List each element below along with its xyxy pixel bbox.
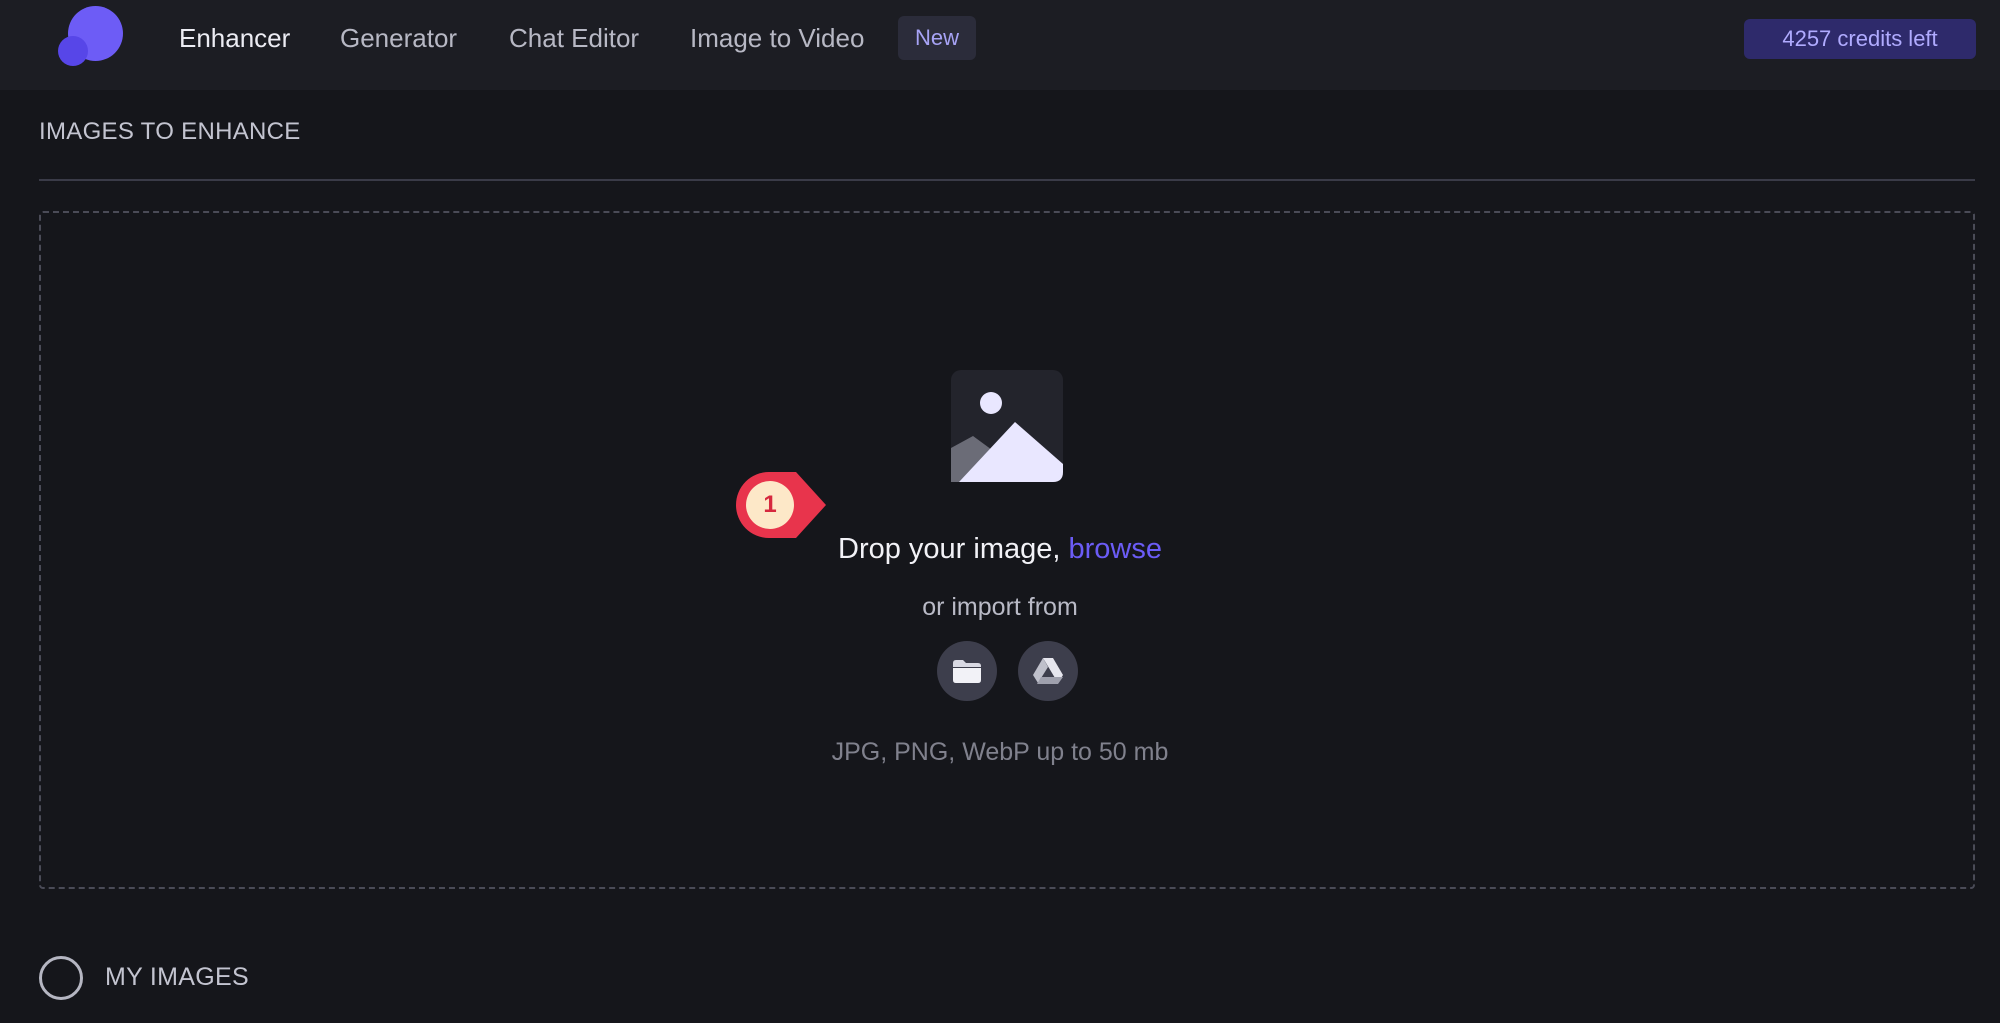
section-divider	[39, 179, 1975, 181]
drop-text: Drop your image,	[838, 533, 1061, 565]
import-google-drive-button[interactable]	[1018, 641, 1078, 701]
app-logo[interactable]	[58, 6, 124, 68]
credits-badge[interactable]: 4257 credits left	[1744, 19, 1976, 59]
google-drive-icon	[1033, 658, 1063, 684]
import-folder-button[interactable]	[937, 641, 997, 701]
browse-link[interactable]: browse	[1069, 533, 1163, 565]
my-images-radio[interactable]	[39, 956, 83, 1000]
new-badge: New	[898, 16, 976, 60]
folder-icon	[953, 660, 981, 683]
supported-formats-text: JPG, PNG, WebP up to 50 mb	[831, 738, 1169, 766]
top-navigation-bar: Enhancer Generator Chat Editor Image to …	[0, 0, 2000, 90]
nav-image-to-video[interactable]: Image to Video	[690, 20, 864, 56]
nav-enhancer[interactable]: Enhancer	[179, 20, 290, 56]
nav-generator[interactable]: Generator	[340, 20, 457, 56]
nav-chat-editor[interactable]: Chat Editor	[509, 20, 639, 56]
step-callout-number: 1	[763, 491, 777, 518]
my-images-label: MY IMAGES	[105, 963, 249, 991]
logo-small-circle	[58, 36, 88, 66]
section-title: IMAGES TO ENHANCE	[39, 118, 301, 145]
drop-instructions: Drop your image, browse	[0, 533, 2000, 566]
image-placeholder-icon	[951, 370, 1063, 482]
import-from-label: or import from	[922, 593, 1078, 621]
